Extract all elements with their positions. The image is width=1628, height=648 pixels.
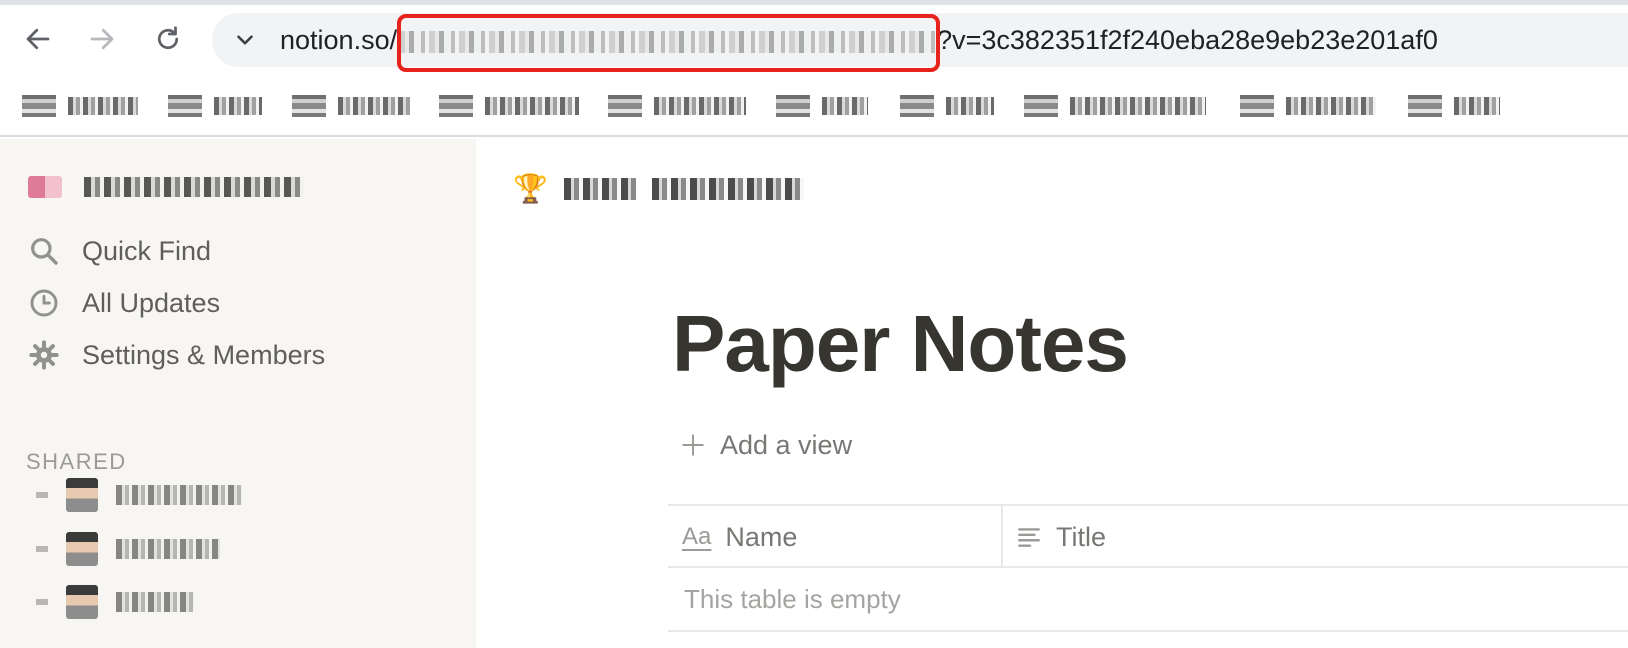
bookmark-icon: [22, 95, 56, 117]
bookmark-item[interactable]: [168, 93, 262, 119]
back-arrow-icon: [26, 28, 50, 50]
page-icon: [66, 478, 98, 512]
column-header-title[interactable]: Title: [1016, 506, 1106, 568]
bookmark-icon: [1408, 95, 1442, 117]
bookmark-icon: [439, 95, 473, 117]
sidebar-item-label: Settings & Members: [82, 339, 326, 370]
url-prefix: notion.so/: [280, 25, 398, 55]
table-header: Aa Name Title: [668, 504, 1628, 568]
bookmark-label: [338, 97, 410, 115]
reload-button[interactable]: [148, 19, 188, 59]
chevron-down-icon[interactable]: [232, 27, 258, 53]
bookmark-item[interactable]: [776, 93, 868, 119]
column-divider[interactable]: [1001, 506, 1003, 568]
bookmark-item[interactable]: [1240, 93, 1376, 119]
sidebar-item-quick-find[interactable]: Quick Find: [28, 231, 211, 271]
page-icon: [66, 532, 98, 566]
bookmark-item[interactable]: [439, 93, 579, 119]
breadcrumb-page-icon[interactable]: 🏆: [513, 173, 548, 205]
url-suffix: ?v=3c382351f2f240eba28e9eb23e201af0: [937, 25, 1438, 55]
bookmarks-bar: [0, 83, 1628, 137]
add-view-button[interactable]: Add a view: [680, 427, 852, 463]
workspace-icon: [28, 176, 62, 198]
bookmark-icon: [1240, 95, 1274, 117]
sidebar-item-label: Quick Find: [82, 235, 212, 266]
sidebar-item-all-updates[interactable]: All Updates: [28, 283, 220, 323]
bookmark-label: [485, 97, 579, 115]
bookmark-icon: [1024, 95, 1058, 117]
column-header-label: Title: [1056, 521, 1107, 552]
toggle-icon[interactable]: [36, 599, 48, 605]
bookmark-item[interactable]: [608, 93, 746, 119]
forward-button[interactable]: [82, 19, 122, 59]
table-empty-message: This table is empty: [668, 568, 1628, 632]
plus-icon: [682, 434, 704, 456]
shared-page-item[interactable]: [36, 585, 194, 619]
bookmark-item[interactable]: [22, 93, 138, 119]
bookmark-label: [654, 97, 746, 115]
bookmark-label: [946, 97, 994, 115]
workspace-name-redacted: [84, 177, 304, 197]
page-title[interactable]: Paper Notes: [672, 299, 1129, 389]
text-property-icon: Aa: [682, 523, 712, 550]
bookmark-label: [68, 97, 138, 115]
clock-icon: [30, 289, 58, 317]
page-name-redacted: [116, 485, 242, 505]
bookmark-item[interactable]: [292, 93, 410, 119]
back-button[interactable]: [18, 19, 58, 59]
bookmark-label: [1454, 97, 1500, 115]
main-content: 🏆 Paper Notes Add a view Aa Name Title T…: [476, 139, 1628, 648]
toggle-icon[interactable]: [36, 546, 48, 552]
toggle-icon[interactable]: [36, 492, 48, 498]
bookmark-icon: [292, 95, 326, 117]
bookmark-item[interactable]: [900, 93, 994, 119]
bookmark-label: [214, 97, 262, 115]
sidebar-item-settings-members[interactable]: Settings & Members: [28, 335, 325, 375]
browser-toolbar: notion.so/ ?v=3c382351f2f240eba28e9eb23e2…: [0, 5, 1628, 73]
workspace-switcher[interactable]: [28, 172, 304, 202]
page-name-redacted: [116, 539, 220, 559]
gear-icon: [29, 340, 59, 370]
bookmark-item[interactable]: [1024, 93, 1206, 119]
reload-icon: [157, 26, 179, 50]
breadcrumb: 🏆: [513, 173, 804, 205]
shared-page-item[interactable]: [36, 478, 242, 512]
bookmark-label: [1070, 97, 1206, 115]
shared-page-item[interactable]: [36, 532, 220, 566]
column-header-label: Name: [725, 521, 798, 552]
sidebar: Quick Find All Updates Settings & Member…: [0, 139, 476, 648]
sidebar-item-label: All Updates: [82, 287, 221, 318]
text-lines-icon: [1018, 528, 1040, 547]
bookmark-label: [1286, 97, 1376, 115]
bookmark-icon: [168, 95, 202, 117]
search-icon: [31, 238, 58, 265]
breadcrumb-item-redacted[interactable]: [651, 178, 804, 200]
page-icon: [66, 585, 98, 619]
breadcrumb-item-redacted[interactable]: [563, 178, 636, 200]
bookmark-icon: [608, 95, 642, 117]
forward-arrow-icon: [90, 28, 114, 50]
add-view-label: Add a view: [720, 429, 853, 460]
bookmark-icon: [900, 95, 934, 117]
bookmark-icon: [776, 95, 810, 117]
bookmark-label: [822, 97, 868, 115]
page-name-redacted: [116, 592, 194, 612]
url-highlight-box: [397, 14, 940, 72]
column-header-name[interactable]: Aa Name: [682, 506, 797, 568]
shared-section-label: SHARED: [26, 449, 127, 474]
bookmark-item[interactable]: [1408, 93, 1500, 119]
database-table: Aa Name Title This table is empty: [668, 504, 1628, 632]
